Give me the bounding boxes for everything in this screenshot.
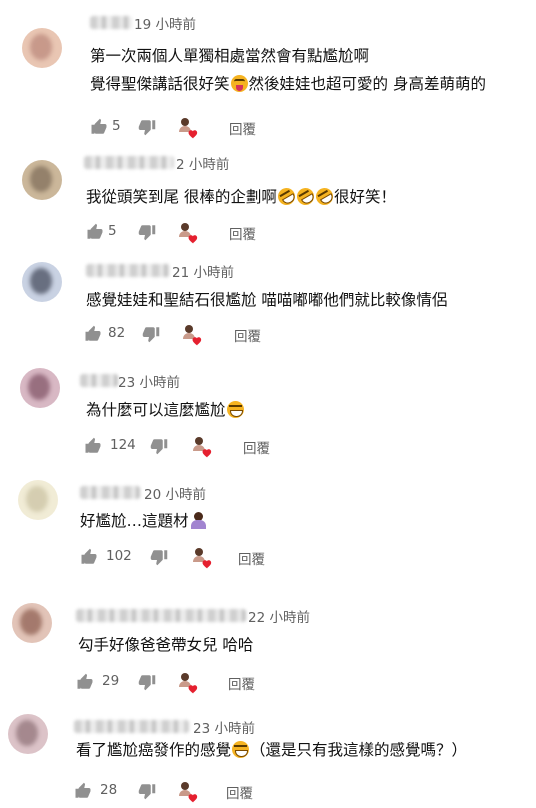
comment-timestamp[interactable]: 23 小時前 bbox=[118, 371, 180, 391]
comment-actions: 5 回覆 bbox=[0, 223, 536, 245]
rofl-emoji-icon bbox=[312, 184, 337, 209]
thumbs-down-icon[interactable] bbox=[138, 223, 156, 241]
reply-button[interactable]: 回覆 bbox=[243, 437, 270, 457]
thumbs-down-icon[interactable] bbox=[138, 118, 156, 136]
thumbs-up-icon[interactable] bbox=[74, 782, 92, 800]
author-name-redacted[interactable] bbox=[80, 486, 140, 499]
thumbs-up-icon[interactable] bbox=[80, 548, 98, 566]
reply-button[interactable]: 回覆 bbox=[234, 325, 261, 345]
comment-text-line: 看了尷尬癌發作的感覺 （還是只有我這樣的感覺嗎？） bbox=[76, 738, 467, 762]
tongue-emoji-icon bbox=[230, 75, 248, 92]
thumbs-up-icon[interactable] bbox=[86, 223, 104, 241]
comment-text: 感覺娃娃和聖結石很尷尬 喵喵嘟嘟他們就比較像情侶 bbox=[86, 291, 448, 309]
comment-text-line: 我從頭笑到尾 很棒的企劃啊 很好笑！ bbox=[86, 184, 396, 209]
avatar[interactable] bbox=[8, 714, 48, 754]
reply-button[interactable]: 回覆 bbox=[226, 782, 253, 802]
comment-text: 為什麼可以這麼尷尬 bbox=[86, 401, 226, 419]
joy-emoji-icon bbox=[226, 401, 244, 418]
like-count: 5 bbox=[108, 223, 117, 239]
like-count: 28 bbox=[100, 782, 118, 798]
comment-timestamp[interactable]: 22 小時前 bbox=[248, 606, 310, 626]
thumbs-down-icon[interactable] bbox=[150, 437, 168, 455]
thumbs-down-icon[interactable] bbox=[142, 325, 160, 343]
comment: 21 小時前感覺娃娃和聖結石很尷尬 喵喵嘟嘟他們就比較像情侶 82 回覆 bbox=[0, 258, 536, 368]
creator-heart-icon bbox=[176, 116, 200, 140]
thumbs-down-icon[interactable] bbox=[138, 782, 156, 800]
reply-button[interactable]: 回覆 bbox=[229, 118, 256, 138]
like-count: 5 bbox=[112, 118, 121, 134]
comment: 23 小時前為什麼可以這麼尷尬 124 回覆 bbox=[0, 368, 536, 480]
comment-actions: 5 回覆 bbox=[0, 118, 536, 140]
comment-text-line: 覺得聖傑講話很好笑 然後娃娃也超可愛的 身高差萌萌的 bbox=[90, 72, 486, 96]
comment: 23 小時前看了尷尬癌發作的感覺 （還是只有我這樣的感覺嗎？） 28 回覆 bbox=[0, 714, 536, 804]
like-count: 102 bbox=[106, 548, 132, 564]
like-count: 82 bbox=[108, 325, 126, 341]
comment: 20 小時前好尷尬…這題材 102 回覆 bbox=[0, 480, 536, 603]
like-count: 29 bbox=[102, 673, 120, 689]
author-name-redacted[interactable] bbox=[80, 374, 118, 387]
comment: 2 小時前我從頭笑到尾 很棒的企劃啊 很好笑！ 5 回覆 bbox=[0, 150, 536, 258]
reply-button[interactable]: 回覆 bbox=[229, 223, 256, 243]
comment-timestamp[interactable]: 23 小時前 bbox=[193, 717, 255, 737]
avatar[interactable] bbox=[22, 28, 62, 68]
creator-heart-icon bbox=[176, 671, 200, 695]
comment-text: 然後娃娃也超可愛的 身高差萌萌的 bbox=[248, 75, 486, 93]
thumbs-down-icon[interactable] bbox=[150, 548, 168, 566]
comment-text-line: 第一次兩個人單獨相處當然會有點尷尬啊 bbox=[90, 44, 369, 68]
comment-timestamp[interactable]: 19 小時前 bbox=[134, 13, 196, 33]
person-emoji-icon bbox=[190, 512, 207, 529]
reply-button[interactable]: 回覆 bbox=[238, 548, 265, 568]
comment-text: 我從頭笑到尾 很棒的企劃啊 bbox=[86, 188, 277, 206]
comment-text: 覺得聖傑講話很好笑 bbox=[90, 75, 230, 93]
comment-text: 勾手好像爸爸帶女兒 哈哈 bbox=[78, 636, 254, 654]
comment-text: （還是只有我這樣的感覺嗎？） bbox=[250, 741, 468, 759]
rofl-emoji-icon bbox=[293, 184, 318, 209]
comment-text: 看了尷尬癌發作的感覺 bbox=[76, 741, 232, 759]
author-name-redacted[interactable] bbox=[84, 156, 174, 169]
creator-heart-icon bbox=[176, 780, 200, 804]
comment: 19 小時前 第一次兩個人單獨相處當然會有點尷尬啊 覺得聖傑講話很好笑 然後娃娃也超可… bbox=[0, 10, 536, 150]
like-count: 124 bbox=[110, 437, 136, 453]
avatar[interactable] bbox=[12, 603, 52, 643]
comment-text: 很好笑！ bbox=[333, 188, 396, 206]
comment-text-line: 好尷尬…這題材 bbox=[80, 509, 208, 533]
avatar[interactable] bbox=[20, 368, 60, 408]
creator-heart-icon bbox=[180, 323, 204, 347]
rofl-emoji-icon bbox=[274, 184, 299, 209]
avatar[interactable] bbox=[22, 262, 62, 302]
comment-timestamp[interactable]: 21 小時前 bbox=[172, 261, 234, 281]
comment-text-line: 勾手好像爸爸帶女兒 哈哈 bbox=[78, 633, 253, 657]
comment-actions: 102 回覆 bbox=[0, 548, 536, 570]
thumbs-down-icon[interactable] bbox=[138, 673, 156, 691]
comment-timestamp[interactable]: 2 小時前 bbox=[176, 153, 229, 173]
comment-text-line: 感覺娃娃和聖結石很尷尬 喵喵嘟嘟他們就比較像情侶 bbox=[86, 288, 447, 312]
creator-heart-icon bbox=[190, 435, 214, 459]
author-name-redacted[interactable] bbox=[76, 609, 246, 622]
creator-heart-icon bbox=[176, 221, 200, 245]
comment-text: 第一次兩個人單獨相處當然會有點尷尬啊 bbox=[90, 47, 370, 65]
avatar[interactable] bbox=[22, 160, 62, 200]
joy-emoji-icon bbox=[232, 741, 250, 758]
author-name-redacted[interactable] bbox=[74, 720, 189, 733]
thumbs-up-icon[interactable] bbox=[84, 437, 102, 455]
author-name-redacted[interactable] bbox=[86, 264, 170, 277]
thumbs-up-icon[interactable] bbox=[76, 673, 94, 691]
comment-text-line: 為什麼可以這麼尷尬 bbox=[86, 398, 245, 422]
comment: 22 小時前勾手好像爸爸帶女兒 哈哈 29 回覆 bbox=[0, 603, 536, 714]
comment-text: 好尷尬…這題材 bbox=[80, 512, 189, 530]
comment-actions: 82 回覆 bbox=[0, 325, 536, 347]
comment-actions: 29 回覆 bbox=[0, 673, 536, 695]
creator-heart-icon bbox=[190, 546, 214, 570]
thumbs-up-icon[interactable] bbox=[84, 325, 102, 343]
reply-button[interactable]: 回覆 bbox=[228, 673, 255, 693]
thumbs-up-icon[interactable] bbox=[90, 118, 108, 136]
comment-timestamp[interactable]: 20 小時前 bbox=[144, 483, 206, 503]
author-name-redacted[interactable] bbox=[90, 16, 132, 29]
avatar[interactable] bbox=[18, 480, 58, 520]
comment-actions: 124 回覆 bbox=[0, 437, 536, 459]
comment-actions: 28 回覆 bbox=[0, 782, 536, 804]
